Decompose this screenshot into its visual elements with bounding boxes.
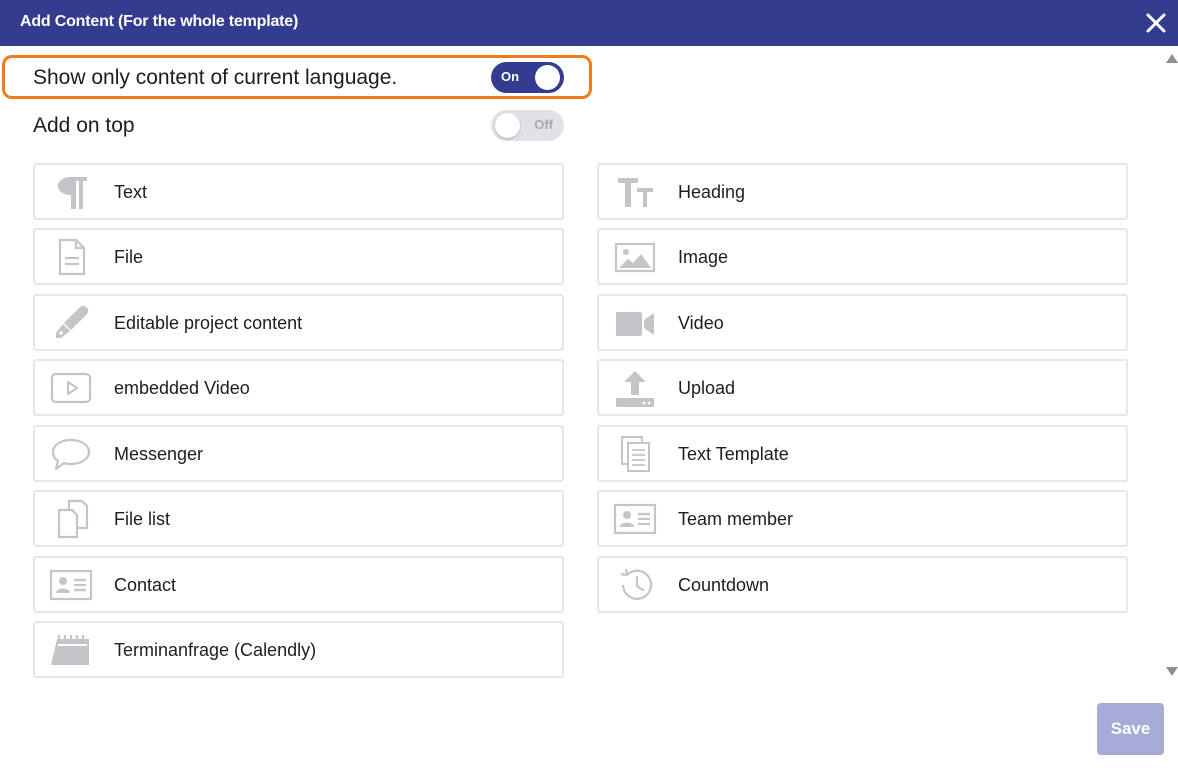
- pen-icon: [49, 302, 93, 344]
- documents-icon: [613, 433, 657, 475]
- content-item-label: File list: [114, 509, 171, 529]
- content-item-countdown[interactable]: Countdown: [597, 556, 1128, 613]
- speech-bubble-icon: [49, 433, 93, 475]
- language-filter-label: Show only content of current language.: [33, 66, 398, 89]
- content-item-video[interactable]: Video: [597, 294, 1128, 351]
- id-card-icon: [613, 498, 657, 540]
- close-icon[interactable]: [1142, 9, 1170, 37]
- content-item-heading[interactable]: Heading: [597, 163, 1128, 220]
- file-icon: [49, 236, 93, 278]
- content-item-messenger[interactable]: Messenger: [33, 425, 564, 482]
- add-on-top-toggle[interactable]: Off: [491, 110, 564, 141]
- content-item-label: Text: [114, 182, 148, 202]
- dialog-title: Add Content (For the whole template): [20, 13, 299, 30]
- content-item-label: embedded Video: [114, 378, 250, 398]
- content-item-label: Terminanfrage (Calendly): [114, 640, 317, 660]
- content-item-upload[interactable]: Upload: [597, 359, 1128, 416]
- content-item-label: Contact: [114, 575, 177, 595]
- dialog-header: Add Content (For the whole template): [0, 0, 1178, 46]
- content-item-label: Text Template: [678, 444, 789, 464]
- toggle-state-text: Off: [534, 117, 553, 132]
- content-item-label: Heading: [678, 182, 746, 202]
- content-item-embedded-video[interactable]: embedded Video: [33, 359, 564, 416]
- content-item-label: Editable project content: [114, 313, 303, 333]
- content-item-text-template[interactable]: Text Template: [597, 425, 1128, 482]
- add-on-top-label: Add on top: [33, 114, 135, 137]
- content-item-contact[interactable]: Contact: [33, 556, 564, 613]
- calendar-icon: [49, 629, 93, 671]
- paragraph-icon: [49, 171, 93, 213]
- scroll-up-arrow[interactable]: [1166, 54, 1178, 63]
- files-icon: [49, 498, 93, 540]
- toggle-knob: [495, 113, 520, 138]
- content-item-file-list[interactable]: File list: [33, 490, 564, 547]
- content-item-team-member[interactable]: Team member: [597, 490, 1128, 547]
- toggle-knob: [535, 65, 560, 90]
- content-item-text[interactable]: Text: [33, 163, 564, 220]
- text-size-icon: [613, 171, 657, 213]
- scroll-down-arrow[interactable]: [1166, 667, 1178, 676]
- image-icon: [613, 236, 657, 278]
- content-item-calendly[interactable]: Terminanfrage (Calendly): [33, 621, 564, 678]
- video-camera-icon: [613, 302, 657, 344]
- content-item-label: Upload: [678, 378, 736, 398]
- language-filter-row: Show only content of current language. O…: [0, 55, 600, 101]
- content-item-file[interactable]: File: [33, 228, 564, 285]
- content-item-label: Video: [678, 313, 724, 333]
- content-item-editable-project-content[interactable]: Editable project content: [33, 294, 564, 351]
- content-item-label: Image: [678, 247, 729, 267]
- play-box-icon: [49, 367, 93, 409]
- content-item-label: File: [114, 247, 144, 267]
- content-item-label: Team member: [678, 509, 794, 529]
- language-filter-toggle[interactable]: On: [491, 62, 564, 93]
- upload-icon: [613, 367, 657, 409]
- content-item-label: Messenger: [114, 444, 204, 464]
- history-icon: [613, 564, 657, 606]
- contact-card-icon: [49, 564, 93, 606]
- content-item-label: Countdown: [678, 575, 770, 595]
- content-item-image[interactable]: Image: [597, 228, 1128, 285]
- add-on-top-row: Add on top Off: [0, 103, 600, 149]
- toggle-state-text: On: [501, 69, 520, 84]
- save-button[interactable]: Save: [1097, 703, 1164, 755]
